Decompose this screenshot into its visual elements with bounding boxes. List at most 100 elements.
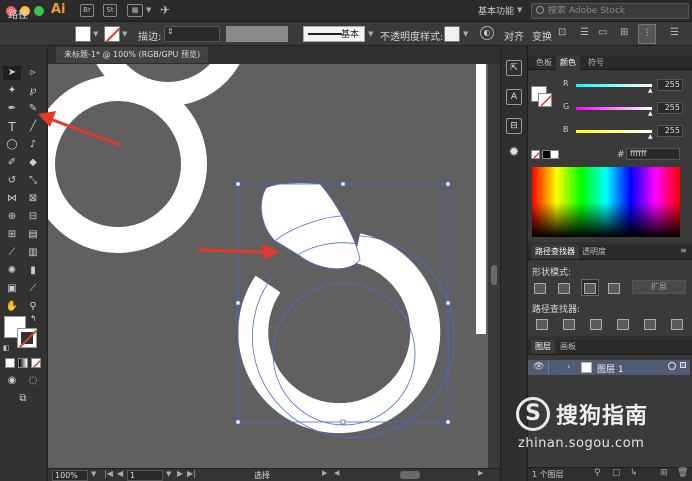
slider-r-thumb[interactable]: ▲ [648, 87, 653, 94]
scale-tool-icon[interactable]: ⤡ [26, 174, 40, 188]
expand-layer-icon[interactable]: › [567, 362, 570, 371]
eyedropper-tool-icon[interactable]: ⟋ [5, 246, 19, 260]
tab-pathfinder[interactable]: 路径查找器 [531, 245, 579, 259]
visibility-eye-icon[interactable]: 👁 [533, 362, 544, 372]
slider-b[interactable] [576, 130, 652, 133]
tab-swatches[interactable]: 色板 [532, 56, 556, 70]
color-stroke-box[interactable] [538, 93, 552, 107]
shaper-tool-icon[interactable]: ✐ [5, 156, 19, 170]
chevron-down-icon[interactable]: ▼ [146, 6, 151, 14]
bbox-handle[interactable] [235, 181, 241, 187]
bbox-handle[interactable] [445, 300, 451, 306]
hand-tool-icon[interactable]: ✋ [5, 300, 19, 314]
outline-button[interactable] [644, 319, 656, 330]
appearance-panel-icon[interactable]: ✹ [506, 146, 522, 162]
symbol-sprayer-tool-icon[interactable]: ✺ [5, 264, 19, 278]
mesh-tool-icon[interactable]: ⊞ [5, 228, 19, 242]
gpu-rocket-icon[interactable]: ✈ [160, 3, 170, 17]
lasso-tool-icon[interactable]: ℘ [26, 84, 40, 98]
chevron-down-icon[interactable]: ▼ [93, 30, 98, 38]
locate-object-icon[interactable]: ⚲ [594, 468, 601, 478]
draw-inside-icon[interactable]: ◌ [26, 374, 40, 388]
divide-button[interactable] [536, 319, 548, 330]
separated-segment-shape[interactable] [260, 182, 361, 270]
fill-swatch[interactable] [75, 26, 91, 42]
selection-tool-icon[interactable]: ➤ [5, 66, 19, 80]
chevron-down-icon[interactable]: ▼ [122, 30, 127, 38]
bridge-icon[interactable]: Br [80, 4, 94, 17]
bbox-handle[interactable] [340, 419, 346, 425]
gradient-tool-icon[interactable]: ▤ [26, 228, 40, 242]
slider-b-thumb[interactable]: ▲ [648, 133, 653, 140]
delete-layer-icon[interactable]: 🗑 [677, 468, 688, 478]
next-artboard-icon[interactable]: ▶ [177, 469, 183, 478]
white-swatch[interactable] [550, 150, 559, 159]
color-mode-button[interactable] [5, 358, 15, 368]
bbox-handle[interactable] [445, 181, 451, 187]
new-sublayer-icon[interactable]: ↳ [630, 468, 638, 478]
top-ring-shape[interactable] [96, 64, 240, 106]
align-button[interactable]: 对齐 [504, 28, 524, 43]
trim-button[interactable] [563, 319, 575, 330]
minus-front-button[interactable] [558, 283, 570, 294]
eraser-tool-icon[interactable]: ◆ [26, 156, 40, 170]
align-panel-icon[interactable]: ⊟ [506, 118, 522, 134]
pen-tool-icon[interactable]: ✒ [5, 102, 19, 116]
vertical-scrollbar-thumb[interactable] [491, 265, 497, 285]
panel-menu-icon[interactable]: ≡ [680, 246, 687, 255]
minus-back-button[interactable] [671, 319, 683, 330]
target-icon[interactable] [668, 362, 676, 370]
last-artboard-icon[interactable]: ▶| [187, 469, 196, 478]
isolate-icon[interactable]: ⊡ [558, 27, 566, 38]
first-artboard-icon[interactable]: |◀ [104, 469, 113, 478]
layer-name[interactable]: 图层 1 [597, 362, 624, 375]
channel-value-r[interactable]: 255 [657, 79, 683, 91]
search-input[interactable]: 搜索 Adobe Stock [531, 3, 689, 19]
previous-artboard-icon[interactable]: ◀ [117, 469, 123, 478]
tab-color[interactable]: 颜色 [556, 56, 580, 70]
clip-mask-icon[interactable]: ▢ [612, 468, 621, 478]
intersect-button[interactable] [584, 283, 596, 294]
artboard-tool-icon[interactable]: ▣ [5, 282, 19, 296]
merge-button[interactable] [590, 319, 602, 330]
bbox-handle[interactable] [340, 181, 346, 187]
select-similar-icon[interactable]: ▭ [598, 27, 607, 38]
graphic-style-swatch[interactable] [444, 26, 460, 42]
none-mode-button[interactable] [31, 358, 41, 368]
default-colors-icon[interactable]: ◧ [3, 344, 10, 352]
slider-g-thumb[interactable]: ▲ [648, 110, 653, 117]
arrange-icon[interactable]: ⊞ [620, 27, 628, 38]
workspace-switcher[interactable]: 基本功能 [478, 4, 514, 17]
draw-mode-icon[interactable]: ◉ [5, 374, 19, 388]
tab-transparency[interactable]: 透明度 [578, 245, 610, 259]
channel-value-b[interactable]: 255 [657, 125, 683, 137]
chevron-down-icon[interactable]: ▼ [91, 470, 96, 478]
expand-button[interactable]: 扩展 [632, 280, 686, 294]
width-tool-icon[interactable]: ⋈ [5, 192, 19, 206]
chevron-down-icon[interactable]: ▼ [368, 30, 373, 38]
character-panel-icon[interactable]: A [506, 89, 522, 105]
opacity-label[interactable]: 不透明度 [380, 28, 420, 43]
color-spectrum[interactable] [532, 167, 680, 237]
panel-menu-icon[interactable]: ☰ [670, 27, 679, 38]
recolor-artwork-icon[interactable]: ◐ [480, 26, 494, 40]
tab-layers[interactable]: 图层 [531, 340, 555, 354]
transform-button[interactable]: 变换 [532, 28, 552, 43]
direct-selection-tool-icon[interactable]: ▹ [26, 66, 40, 80]
screen-mode-icon[interactable]: ⧉ [16, 392, 30, 406]
options-icon[interactable]: ☰ [580, 27, 589, 38]
slider-r[interactable] [576, 84, 652, 87]
artboard-field[interactable]: 1 [127, 470, 163, 481]
blend-tool-icon[interactable]: ▥ [26, 246, 40, 260]
scroll-left-icon[interactable]: ◀ [334, 469, 339, 477]
magic-wand-tool-icon[interactable]: ✦ [5, 84, 19, 98]
chevron-down-icon[interactable]: ▼ [166, 470, 171, 478]
slider-g[interactable] [576, 107, 652, 110]
unite-button[interactable] [534, 283, 546, 294]
variable-width-profile[interactable] [226, 26, 288, 42]
stock-icon[interactable]: St [103, 4, 117, 17]
tab-symbols[interactable]: 符号 [584, 56, 608, 70]
status-menu-icon[interactable]: ▶ [322, 469, 327, 477]
gradient-mode-button[interactable] [18, 358, 28, 368]
maximize-window-button[interactable] [34, 6, 44, 16]
